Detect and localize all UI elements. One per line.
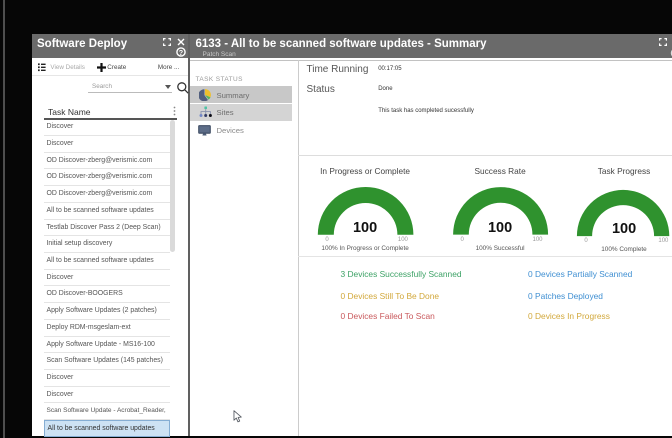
svg-text:?: ? <box>178 48 182 57</box>
